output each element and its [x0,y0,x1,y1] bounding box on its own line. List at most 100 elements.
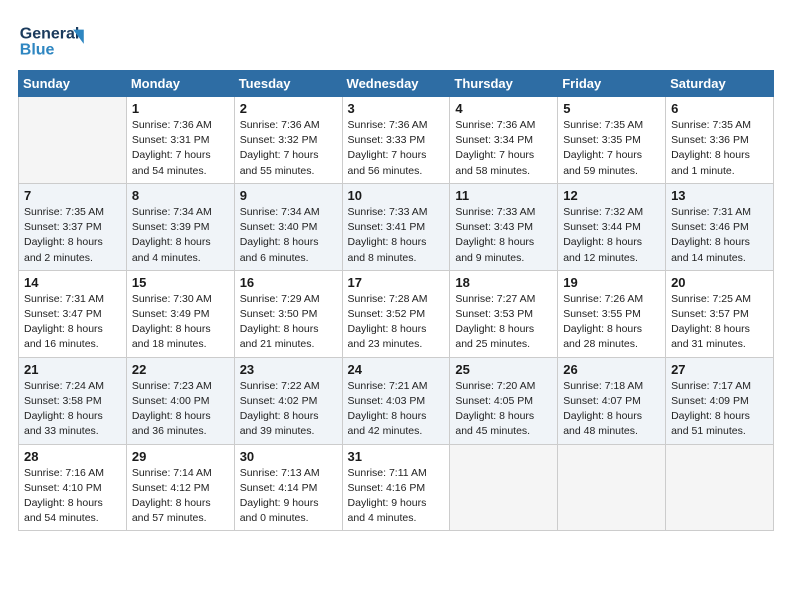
day-cell: 19 Sunrise: 7:26 AMSunset: 3:55 PMDayligh… [558,270,666,357]
day-cell: 28 Sunrise: 7:16 AMSunset: 4:10 PMDayligh… [19,444,127,531]
day-number: 24 [348,362,445,377]
day-info: Sunrise: 7:34 AMSunset: 3:39 PMDaylight:… [132,205,229,266]
page: General Blue SundayMondayTuesdayWednesda… [0,0,792,612]
day-info: Sunrise: 7:36 AMSunset: 3:33 PMDaylight:… [348,118,445,179]
day-cell: 6Sunrise: 7:35 AMSunset: 3:36 PMDaylight… [666,97,774,184]
day-number: 9 [240,188,337,203]
col-header-monday: Monday [126,71,234,97]
day-cell: 2 Sunrise: 7:36 AMSunset: 3:32 PMDaylight… [234,97,342,184]
day-cell: 9 Sunrise: 7:34 AMSunset: 3:40 PMDaylight… [234,183,342,270]
day-cell: 22 Sunrise: 7:23 AMSunset: 4:00 PMDayligh… [126,357,234,444]
day-info: Sunrise: 7:21 AMSunset: 4:03 PMDaylight:… [348,379,445,440]
day-cell [666,444,774,531]
day-number: 12 [563,188,660,203]
day-cell: 21 Sunrise: 7:24 AMSunset: 3:58 PMDayligh… [19,357,127,444]
day-info: Sunrise: 7:26 AMSunset: 3:55 PMDaylight:… [563,292,660,353]
day-info: Sunrise: 7:29 AMSunset: 3:50 PMDaylight:… [240,292,337,353]
day-number: 22 [132,362,229,377]
day-info: Sunrise: 7:17 AMSunset: 4:09 PMDaylight:… [671,379,768,440]
day-info: Sunrise: 7:36 AMSunset: 3:34 PMDaylight:… [455,118,552,179]
day-number: 31 [348,449,445,464]
day-cell: 18 Sunrise: 7:27 AMSunset: 3:53 PMDayligh… [450,270,558,357]
svg-text:General: General [20,26,80,43]
day-info: Sunrise: 7:13 AMSunset: 4:14 PMDaylight:… [240,466,337,527]
day-number: 2 [240,101,337,116]
day-info: Sunrise: 7:14 AMSunset: 4:12 PMDaylight:… [132,466,229,527]
day-number: 14 [24,275,121,290]
day-info: Sunrise: 7:27 AMSunset: 3:53 PMDaylight:… [455,292,552,353]
day-info: Sunrise: 7:35 AMSunset: 3:35 PMDaylight:… [563,118,660,179]
day-info: Sunrise: 7:25 AMSunset: 3:57 PMDaylight:… [671,292,768,353]
header: General Blue [18,18,774,60]
day-info: Sunrise: 7:22 AMSunset: 4:02 PMDaylight:… [240,379,337,440]
day-info: Sunrise: 7:23 AMSunset: 4:00 PMDaylight:… [132,379,229,440]
day-cell: 10 Sunrise: 7:33 AMSunset: 3:41 PMDayligh… [342,183,450,270]
week-row-1: 1Sunrise: 7:36 AMSunset: 3:31 PMDaylight… [19,97,774,184]
day-number: 25 [455,362,552,377]
header-row: SundayMondayTuesdayWednesdayThursdayFrid… [19,71,774,97]
day-info: Sunrise: 7:36 AMSunset: 3:31 PMDaylight:… [132,118,229,179]
day-number: 30 [240,449,337,464]
day-cell: 4 Sunrise: 7:36 AMSunset: 3:34 PMDaylight… [450,97,558,184]
day-cell: 25 Sunrise: 7:20 AMSunset: 4:05 PMDayligh… [450,357,558,444]
day-number: 27 [671,362,768,377]
day-cell: 15Sunrise: 7:30 AMSunset: 3:49 PMDayligh… [126,270,234,357]
day-cell: 30 Sunrise: 7:13 AMSunset: 4:14 PMDayligh… [234,444,342,531]
day-cell: 5 Sunrise: 7:35 AMSunset: 3:35 PMDaylight… [558,97,666,184]
day-info: Sunrise: 7:20 AMSunset: 4:05 PMDaylight:… [455,379,552,440]
day-cell [558,444,666,531]
day-cell: 27 Sunrise: 7:17 AMSunset: 4:09 PMDayligh… [666,357,774,444]
day-number: 7 [24,188,121,203]
day-cell: 20 Sunrise: 7:25 AMSunset: 3:57 PMDayligh… [666,270,774,357]
day-info: Sunrise: 7:35 AMSunset: 3:37 PMDaylight:… [24,205,121,266]
day-number: 8 [132,188,229,203]
day-number: 4 [455,101,552,116]
week-row-4: 21 Sunrise: 7:24 AMSunset: 3:58 PMDayligh… [19,357,774,444]
col-header-wednesday: Wednesday [342,71,450,97]
day-cell: 23 Sunrise: 7:22 AMSunset: 4:02 PMDayligh… [234,357,342,444]
day-info: Sunrise: 7:32 AMSunset: 3:44 PMDaylight:… [563,205,660,266]
day-number: 11 [455,188,552,203]
day-number: 23 [240,362,337,377]
day-info: Sunrise: 7:36 AMSunset: 3:32 PMDaylight:… [240,118,337,179]
day-cell: 8 Sunrise: 7:34 AMSunset: 3:39 PMDaylight… [126,183,234,270]
day-number: 16 [240,275,337,290]
day-number: 3 [348,101,445,116]
day-cell: 29 Sunrise: 7:14 AMSunset: 4:12 PMDayligh… [126,444,234,531]
svg-text:Blue: Blue [20,42,55,59]
day-info: Sunrise: 7:24 AMSunset: 3:58 PMDaylight:… [24,379,121,440]
day-cell: 31 Sunrise: 7:11 AMSunset: 4:16 PMDayligh… [342,444,450,531]
day-number: 29 [132,449,229,464]
day-cell [450,444,558,531]
week-row-3: 14Sunrise: 7:31 AMSunset: 3:47 PMDayligh… [19,270,774,357]
day-number: 10 [348,188,445,203]
week-row-5: 28 Sunrise: 7:16 AMSunset: 4:10 PMDayligh… [19,444,774,531]
day-cell: 1Sunrise: 7:36 AMSunset: 3:31 PMDaylight… [126,97,234,184]
day-info: Sunrise: 7:11 AMSunset: 4:16 PMDaylight:… [348,466,445,527]
day-cell: 14Sunrise: 7:31 AMSunset: 3:47 PMDayligh… [19,270,127,357]
day-number: 21 [24,362,121,377]
day-info: Sunrise: 7:33 AMSunset: 3:41 PMDaylight:… [348,205,445,266]
day-number: 6 [671,101,768,116]
day-number: 18 [455,275,552,290]
day-info: Sunrise: 7:18 AMSunset: 4:07 PMDaylight:… [563,379,660,440]
day-number: 19 [563,275,660,290]
day-info: Sunrise: 7:28 AMSunset: 3:52 PMDaylight:… [348,292,445,353]
day-info: Sunrise: 7:16 AMSunset: 4:10 PMDaylight:… [24,466,121,527]
day-cell: 11Sunrise: 7:33 AMSunset: 3:43 PMDayligh… [450,183,558,270]
day-number: 26 [563,362,660,377]
day-number: 15 [132,275,229,290]
col-header-sunday: Sunday [19,71,127,97]
day-number: 28 [24,449,121,464]
day-cell: 13Sunrise: 7:31 AMSunset: 3:46 PMDayligh… [666,183,774,270]
col-header-saturday: Saturday [666,71,774,97]
day-cell [19,97,127,184]
day-number: 20 [671,275,768,290]
day-cell: 26 Sunrise: 7:18 AMSunset: 4:07 PMDayligh… [558,357,666,444]
day-number: 5 [563,101,660,116]
day-info: Sunrise: 7:31 AMSunset: 3:46 PMDaylight:… [671,205,768,266]
day-cell: 7 Sunrise: 7:35 AMSunset: 3:37 PMDaylight… [19,183,127,270]
logo: General Blue [18,18,98,60]
day-info: Sunrise: 7:34 AMSunset: 3:40 PMDaylight:… [240,205,337,266]
day-cell: 17Sunrise: 7:28 AMSunset: 3:52 PMDayligh… [342,270,450,357]
